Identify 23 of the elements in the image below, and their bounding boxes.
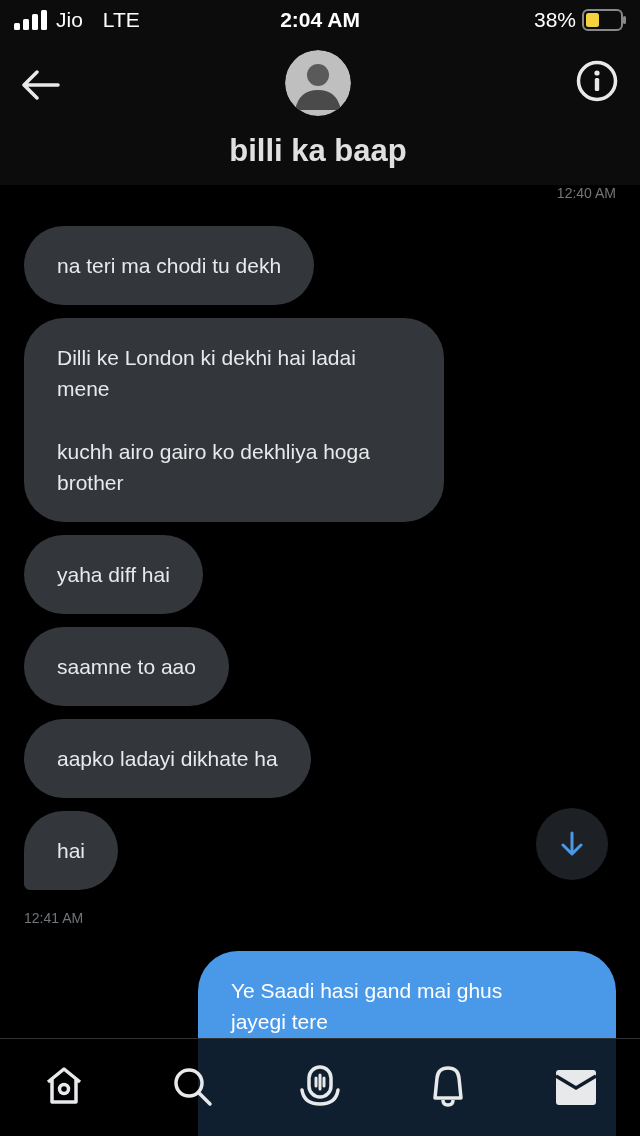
message-text: Ye Saadi hasi gand mai ghus jayegi tere [231, 978, 504, 1035]
battery-percentage: 38% [533, 7, 576, 34]
carrier-label: Jio [56, 7, 83, 34]
info-button[interactable] [576, 60, 618, 102]
avatar[interactable] [285, 50, 351, 116]
battery-icon [582, 9, 626, 31]
info-icon [576, 60, 618, 102]
message-text: kuchh airo gairo ko dekhliya hoga brother [57, 439, 371, 496]
message-timestamp: 12:40 AM [556, 184, 616, 203]
message-text: hai [57, 838, 86, 864]
down-arrow-icon [561, 831, 583, 857]
back-button[interactable] [22, 70, 60, 100]
message-text: na teri ma chodi tu dekh [57, 253, 282, 279]
message-text: Dilli ke London ki dekhi hai ladai mene [57, 345, 357, 402]
back-arrow-icon [22, 70, 60, 100]
message-timestamp: 12:41 AM [24, 909, 84, 928]
message-text: yaha diff hai [57, 562, 170, 588]
message-text: aapko ladayi dikhate ha [57, 746, 278, 772]
signal-icon [14, 10, 48, 30]
clock: 2:04 AM [280, 7, 360, 34]
network-label: LTE [102, 7, 140, 34]
message-text: saamne to aao [57, 654, 196, 680]
contact-name: billi ka baap [229, 132, 407, 170]
